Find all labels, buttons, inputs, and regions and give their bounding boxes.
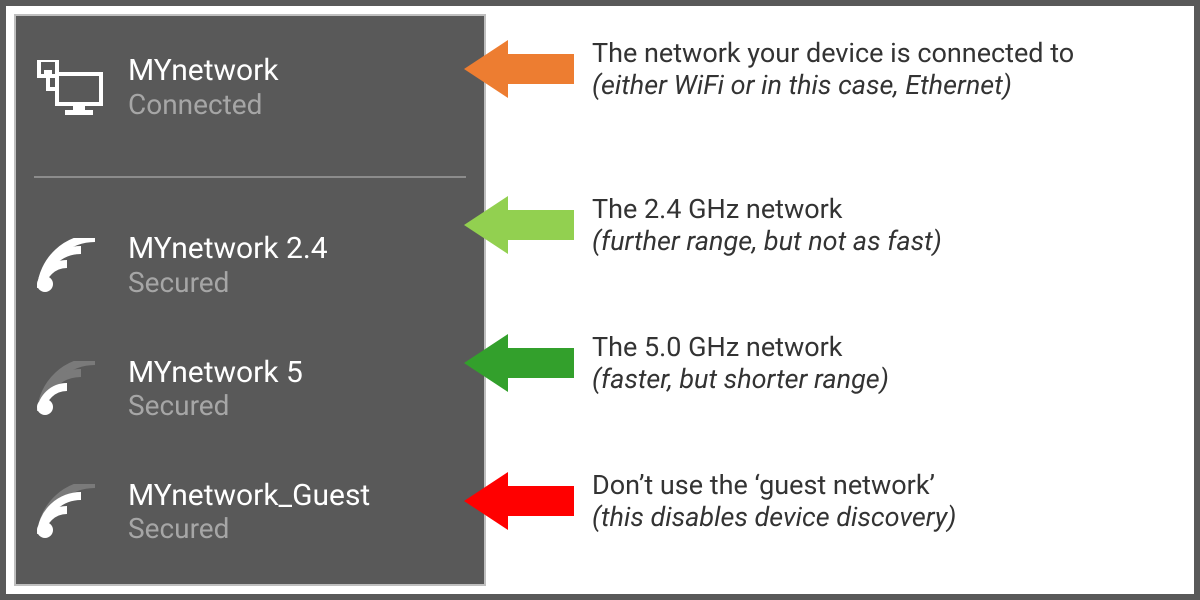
annotation-main: The 2.4 GHz network — [592, 193, 942, 225]
wifi-icon — [34, 234, 106, 298]
annotation-sub: (this disables device discovery) — [592, 501, 956, 533]
network-status: Secured — [128, 513, 370, 545]
network-name: MYnetwork — [128, 54, 279, 89]
network-item-connected[interactable]: MYnetwork Connected — [34, 48, 466, 127]
network-item-text: MYnetwork_Guest Secured — [128, 479, 370, 546]
annotation-text: The 5.0 GHz network (faster, but shorter… — [592, 331, 889, 396]
left-column: MYnetwork Connected — [6, 6, 494, 594]
network-status: Secured — [128, 267, 328, 299]
ethernet-icon — [34, 56, 106, 120]
network-name: MYnetwork 2.4 — [128, 232, 328, 267]
arrow-left-icon — [464, 468, 574, 534]
arrow-left-icon — [464, 192, 574, 258]
diagram-canvas: MYnetwork Connected — [0, 0, 1200, 600]
annotation-connected: The network your device is connected to … — [464, 36, 1074, 102]
annotation-sub: (faster, but shorter range) — [592, 363, 889, 395]
network-item-wifi-2-4[interactable]: MYnetwork 2.4 Secured — [34, 226, 466, 305]
network-name: MYnetwork_Guest — [128, 479, 370, 514]
arrow-left-icon — [464, 330, 574, 396]
annotation-column: The network your device is connected to … — [494, 6, 1194, 594]
annotation-sub: (either WiFi or in this case, Ethernet) — [592, 69, 1074, 101]
annotation-2-4ghz: The 2.4 GHz network (further range, but … — [464, 192, 942, 258]
network-status: Secured — [128, 390, 303, 422]
divider — [34, 176, 466, 178]
network-item-text: MYnetwork 2.4 Secured — [128, 232, 328, 299]
annotation-main: The 5.0 GHz network — [592, 331, 889, 363]
annotation-main: The network your device is connected to — [592, 37, 1074, 69]
annotation-text: The 2.4 GHz network (further range, but … — [592, 193, 942, 258]
network-item-wifi-guest[interactable]: MYnetwork_Guest Secured — [34, 473, 466, 552]
network-list-panel: MYnetwork Connected — [14, 14, 486, 586]
wifi-icon — [34, 480, 106, 544]
wifi-icon — [34, 357, 106, 421]
network-item-text: MYnetwork Connected — [128, 54, 279, 121]
network-status: Connected — [128, 89, 279, 121]
network-item-text: MYnetwork 5 Secured — [128, 356, 303, 423]
annotation-sub: (further range, but not as fast) — [592, 225, 942, 257]
annotation-guest: Don’t use the ‘guest network’ (this disa… — [464, 468, 956, 534]
network-name: MYnetwork 5 — [128, 356, 303, 391]
annotation-text: The network your device is connected to … — [592, 37, 1074, 102]
arrow-left-icon — [464, 36, 574, 102]
annotation-main: Don’t use the ‘guest network’ — [592, 469, 956, 501]
annotation-text: Don’t use the ‘guest network’ (this disa… — [592, 469, 956, 534]
annotation-5ghz: The 5.0 GHz network (faster, but shorter… — [464, 330, 889, 396]
network-item-wifi-5[interactable]: MYnetwork 5 Secured — [34, 350, 466, 429]
